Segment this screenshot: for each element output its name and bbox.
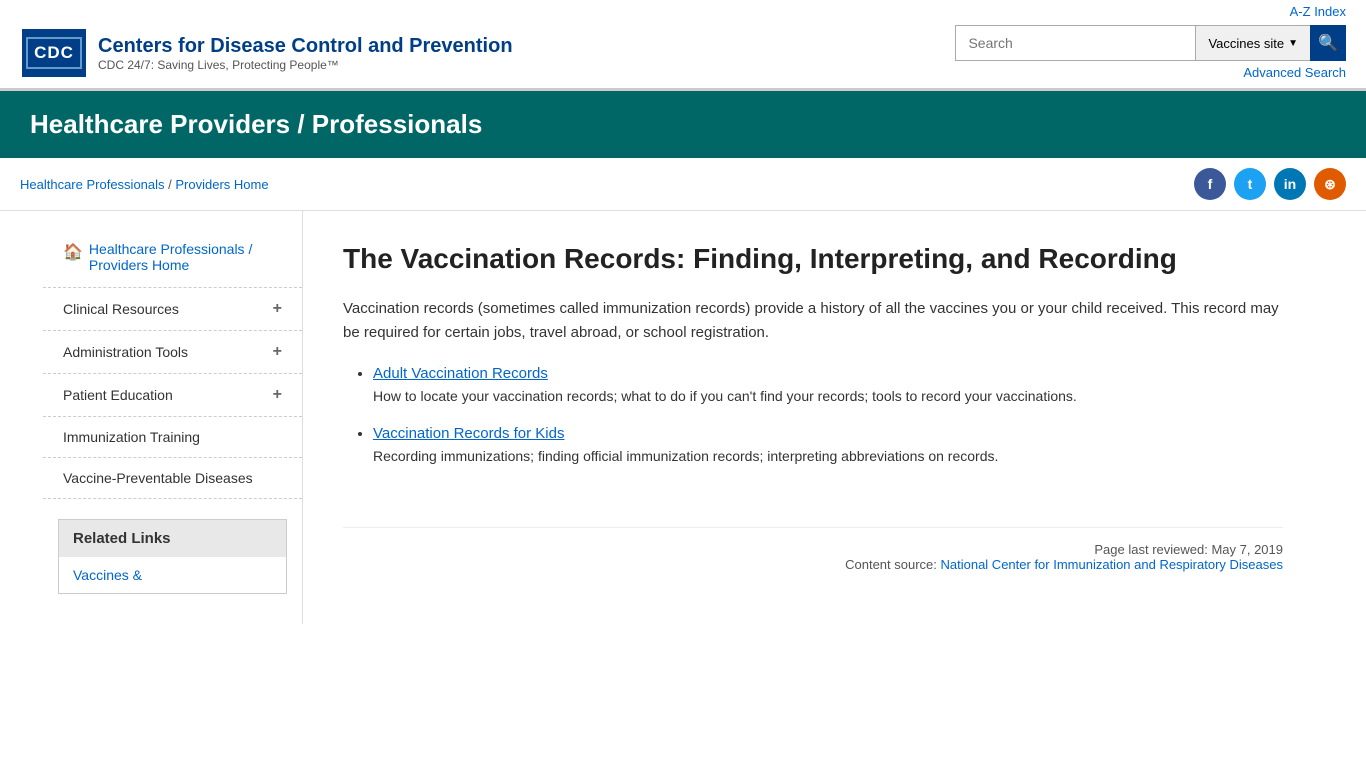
search-area: Vaccines site ▼ 🔍 Advanced Search bbox=[955, 25, 1346, 80]
content-source-link[interactable]: National Center for Immunization and Res… bbox=[941, 557, 1284, 572]
search-row: Vaccines site ▼ 🔍 bbox=[955, 25, 1346, 61]
adult-vaccination-desc: How to locate your vaccination records; … bbox=[373, 386, 1283, 407]
twitter-icon[interactable]: t bbox=[1234, 168, 1266, 200]
sidebar-home-link[interactable]: 🏠 Healthcare Professionals / Providers H… bbox=[63, 241, 282, 273]
adult-vaccination-link[interactable]: Adult Vaccination Records bbox=[373, 365, 548, 382]
top-bar: A-Z Index CDC Centers for Disease Contro… bbox=[0, 0, 1366, 91]
content-source-line: Content source: National Center for Immu… bbox=[343, 557, 1283, 572]
content-intro: Vaccination records (sometimes called im… bbox=[343, 297, 1283, 345]
sidebar: 🏠 Healthcare Professionals / Providers H… bbox=[43, 211, 303, 624]
sidebar-item-training[interactable]: Immunization Training bbox=[43, 417, 302, 458]
sidebar-home-label: Healthcare Professionals / Providers Hom… bbox=[89, 241, 282, 273]
expand-icon-patient: + bbox=[273, 386, 282, 404]
list-item-kids: Vaccination Records for Kids Recording i… bbox=[373, 425, 1283, 467]
sidebar-item-clinical[interactable]: Clinical Resources + bbox=[43, 288, 302, 331]
chevron-down-icon: ▼ bbox=[1288, 38, 1298, 49]
list-item-adult: Adult Vaccination Records How to locate … bbox=[373, 365, 1283, 407]
logo-area: CDC Centers for Disease Control and Prev… bbox=[20, 27, 513, 79]
syndication-icon[interactable]: ⊛ bbox=[1314, 168, 1346, 200]
facebook-icon[interactable]: f bbox=[1194, 168, 1226, 200]
main-layout: 🏠 Healthcare Professionals / Providers H… bbox=[43, 211, 1323, 624]
org-name-area: Centers for Disease Control and Preventi… bbox=[98, 34, 513, 72]
linkedin-icon[interactable]: in bbox=[1274, 168, 1306, 200]
content-list: Adult Vaccination Records How to locate … bbox=[343, 365, 1283, 467]
search-scope-label: Vaccines site bbox=[1208, 36, 1284, 51]
sidebar-training-label: Immunization Training bbox=[63, 429, 200, 445]
content-title: The Vaccination Records: Finding, Interp… bbox=[343, 241, 1283, 277]
az-index-bar: A-Z Index bbox=[20, 0, 1346, 25]
advanced-search-bar: Advanced Search bbox=[1243, 65, 1346, 80]
search-icon: 🔍 bbox=[1318, 33, 1338, 53]
content-footer: Page last reviewed: May 7, 2019 Content … bbox=[343, 527, 1283, 572]
sidebar-patient-label: Patient Education bbox=[63, 387, 173, 403]
related-link-vaccines[interactable]: Vaccines & bbox=[73, 567, 142, 583]
search-button[interactable]: 🔍 bbox=[1310, 25, 1346, 61]
az-index-link[interactable]: A-Z Index bbox=[1290, 4, 1346, 19]
sidebar-diseases-label: Vaccine-Preventable Diseases bbox=[63, 470, 253, 486]
search-scope-button[interactable]: Vaccines site ▼ bbox=[1195, 25, 1310, 61]
kids-vaccination-link[interactable]: Vaccination Records for Kids bbox=[373, 425, 564, 442]
kids-vaccination-desc: Recording immunizations; finding officia… bbox=[373, 446, 1283, 467]
org-tagline: CDC 24/7: Saving Lives, Protecting Peopl… bbox=[98, 58, 513, 72]
sidebar-home[interactable]: 🏠 Healthcare Professionals / Providers H… bbox=[43, 231, 302, 288]
page-banner-title: Healthcare Providers / Professionals bbox=[30, 109, 1336, 140]
related-links-header: Related Links bbox=[59, 520, 286, 557]
page-banner: Healthcare Providers / Professionals bbox=[0, 91, 1366, 158]
org-name: Centers for Disease Control and Preventi… bbox=[98, 34, 513, 58]
breadcrumb-link-2[interactable]: Providers Home bbox=[175, 177, 268, 192]
advanced-search-link[interactable]: Advanced Search bbox=[1243, 65, 1346, 80]
cdc-logo: CDC bbox=[20, 27, 88, 79]
sidebar-clinical-label: Clinical Resources bbox=[63, 301, 179, 317]
home-icon: 🏠 bbox=[63, 242, 83, 262]
content-area: The Vaccination Records: Finding, Interp… bbox=[303, 211, 1323, 624]
sidebar-administration-label: Administration Tools bbox=[63, 344, 188, 360]
related-links-content: Vaccines & bbox=[59, 557, 286, 593]
breadcrumb: Healthcare Professionals / Providers Hom… bbox=[20, 177, 269, 192]
sidebar-item-vaccine-diseases[interactable]: Vaccine-Preventable Diseases bbox=[43, 458, 302, 499]
breadcrumb-link-1[interactable]: Healthcare Professionals bbox=[20, 177, 165, 192]
social-icons: f t in ⊛ bbox=[1194, 168, 1346, 200]
cdc-logo-text: CDC bbox=[26, 37, 82, 69]
sidebar-item-patient[interactable]: Patient Education + bbox=[43, 374, 302, 417]
expand-icon-administration: + bbox=[273, 343, 282, 361]
content-source-label: Content source: bbox=[845, 557, 940, 572]
search-input[interactable] bbox=[955, 25, 1195, 61]
sidebar-item-administration[interactable]: Administration Tools + bbox=[43, 331, 302, 374]
breadcrumb-bar: Healthcare Professionals / Providers Hom… bbox=[0, 158, 1366, 211]
expand-icon-clinical: + bbox=[273, 300, 282, 318]
page-review-date: Page last reviewed: May 7, 2019 bbox=[343, 542, 1283, 557]
related-links-box: Related Links Vaccines & bbox=[58, 519, 287, 594]
